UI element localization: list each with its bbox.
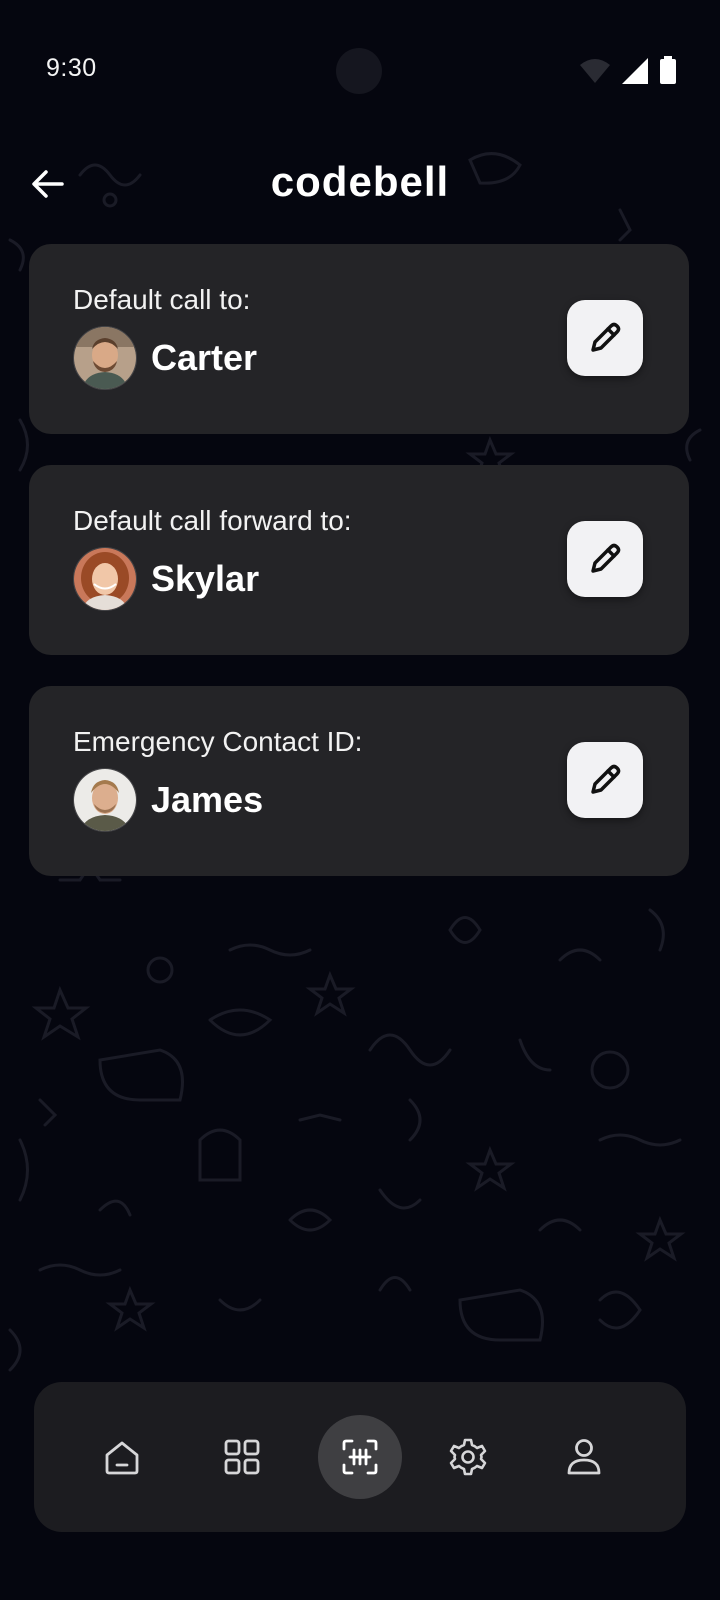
nav-grid[interactable] (202, 1417, 282, 1497)
status-bar: 9:30 (0, 0, 720, 140)
gear-icon (449, 1438, 487, 1476)
avatar (73, 326, 137, 390)
grid-icon (224, 1439, 260, 1475)
nav-home[interactable] (82, 1417, 162, 1497)
home-icon (105, 1441, 139, 1475)
nav-profile[interactable] (544, 1417, 624, 1497)
app-title: codebell (270, 158, 450, 205)
header: codebell (0, 150, 720, 220)
avatar (73, 547, 137, 611)
contact-name: James (151, 779, 264, 820)
pencil-icon (591, 764, 621, 794)
scan-icon (342, 1439, 378, 1475)
camera-cutout (336, 48, 382, 94)
status-time: 9:30 (46, 54, 97, 82)
card-label: Emergency Contact ID: (73, 726, 363, 757)
pencil-icon (591, 543, 621, 573)
default-call-card: Default call to: Carter (29, 244, 689, 434)
status-icons (580, 56, 676, 84)
nav-settings[interactable] (428, 1417, 508, 1497)
pencil-icon (591, 322, 621, 352)
call-forward-card: Default call forward to: Skylar (29, 465, 689, 655)
emergency-contact-card: Emergency Contact ID: James (29, 686, 689, 876)
edit-button[interactable] (567, 300, 643, 376)
card-label: Default call forward to: (73, 505, 352, 536)
wifi-icon (580, 59, 610, 83)
contact-row: James (73, 768, 263, 832)
edit-button[interactable] (567, 742, 643, 818)
signal-icon (622, 58, 648, 84)
contact-name: Skylar (151, 558, 260, 599)
card-label: Default call to: (73, 284, 251, 315)
profile-icon (567, 1439, 601, 1475)
contact-row: Skylar (73, 547, 259, 611)
battery-icon (660, 56, 676, 84)
edit-button[interactable] (567, 521, 643, 597)
contact-row: Carter (73, 326, 257, 390)
avatar (73, 768, 137, 832)
bottom-nav (34, 1382, 686, 1532)
nav-scan[interactable] (318, 1415, 402, 1499)
contact-name: Carter (151, 337, 258, 378)
